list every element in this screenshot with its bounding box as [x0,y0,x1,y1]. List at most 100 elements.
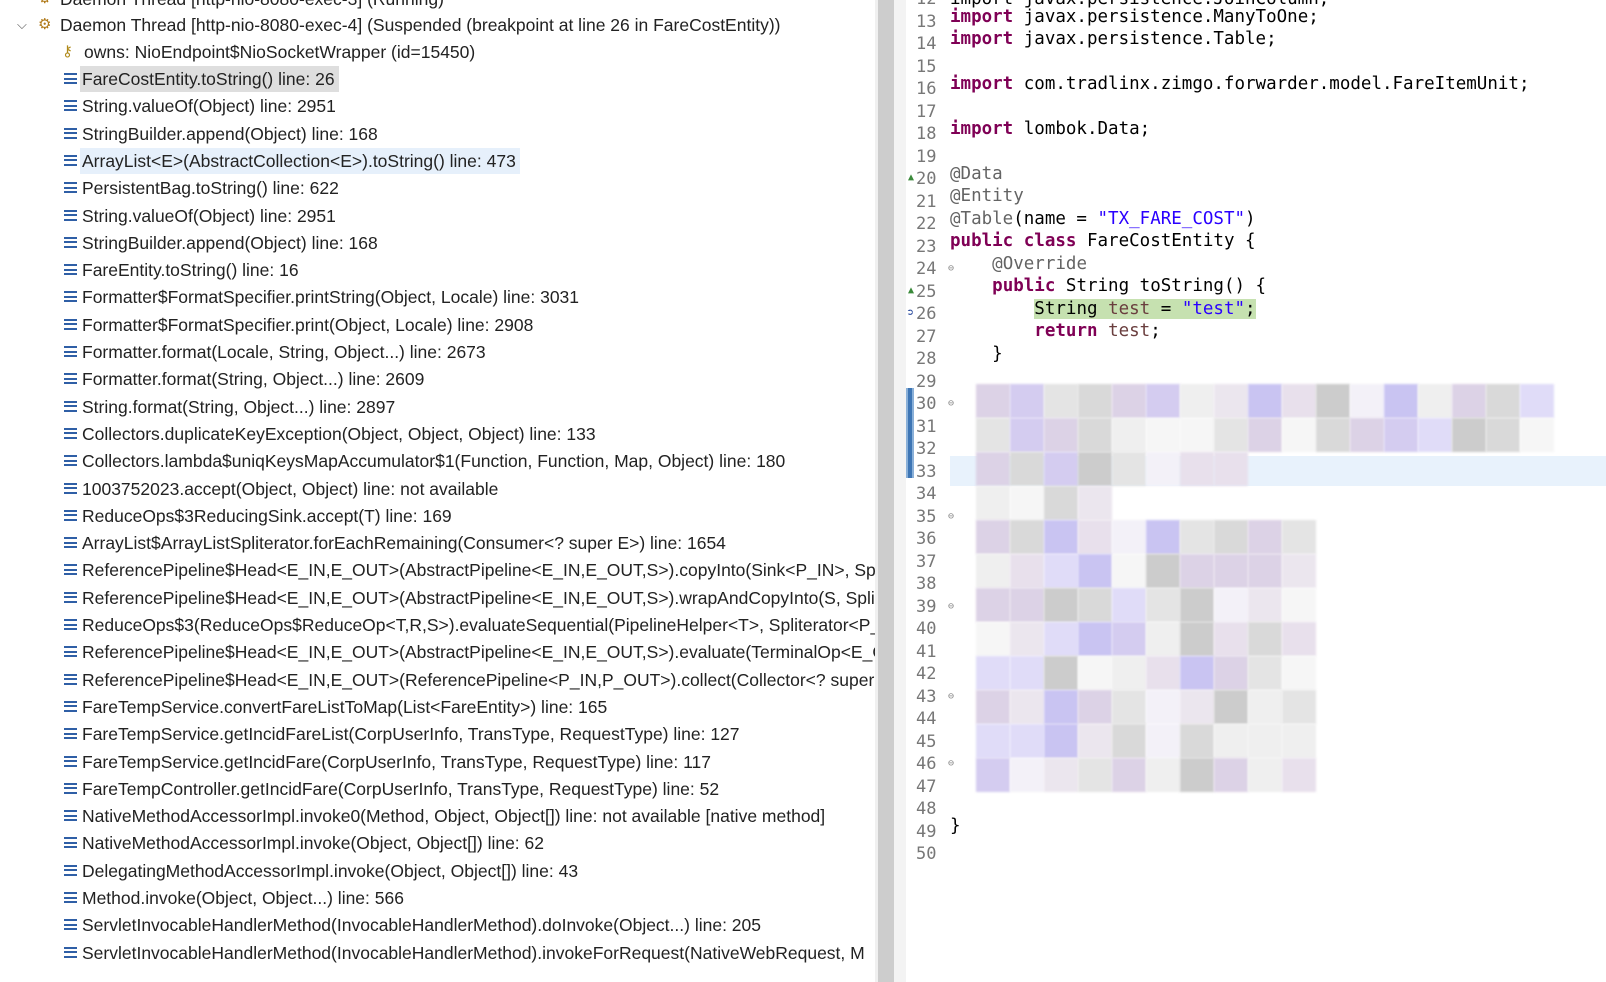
stack-frame-row[interactable]: ServletInvocableHandlerMethod(InvocableH… [0,940,872,966]
code-text: String toString() { [1055,276,1267,296]
stack-frame-row[interactable]: Collectors.duplicateKeyException(Object,… [0,421,872,447]
line-number-text: 25 [916,281,937,302]
monitor-owns-row[interactable]: ⚷ owns: NioEndpoint$NioSocketWrapper (id… [0,39,870,65]
stack-frame-row[interactable]: FareTempService.convertFareListToMap(Lis… [0,694,872,720]
stack-frame-row[interactable]: FareTempService.getIncidFareList(CorpUse… [0,721,872,747]
code-line-49[interactable]: } [950,815,961,837]
code-line-27[interactable]: return test; [950,320,1160,342]
stack-frame-row[interactable]: Collectors.lambda$uniqKeysMapAccumulator… [0,448,872,474]
pixel-block [1384,384,1418,418]
stack-frame-icon [64,564,77,576]
debug-view: ⚙ Daemon Thread [http-nio-8080-exec-3] (… [0,0,894,982]
stack-frame-row[interactable]: 1003752023.accept(Object, Object) line: … [0,476,872,502]
code-line-23[interactable]: public class FareCostEntity { [950,230,1256,252]
stack-frame-row[interactable]: ReferencePipeline$Head<E_IN,E_OUT>(Abstr… [0,585,889,611]
thread-row-running[interactable]: ⚙ Daemon Thread [http-nio-8080-exec-3] (… [0,0,870,12]
annotation-text: @Table [950,209,1014,229]
stack-frame-label: ReferencePipeline$Head<E_IN,E_OUT>(Abstr… [82,642,894,663]
stack-frame-row[interactable]: ServletInvocableHandlerMethod(InvocableH… [0,912,872,938]
pixel-block [1112,690,1146,724]
code-line-24[interactable]: @Override [950,253,1087,275]
java-editor[interactable]: 121314151617181920▲21222324⊖25▲26➲272829… [906,0,1606,982]
line-number: 14 [916,33,948,55]
stack-frame-row[interactable]: FareTempService.getIncidFare(CorpUserInf… [0,749,872,775]
code-line-14[interactable]: import javax.persistence.Table; [950,28,1277,50]
pixel-block [1248,418,1282,452]
pixel-block [1112,520,1146,554]
pixel-block [1078,554,1112,588]
line-number-text: 26 [916,304,937,324]
code-line-20[interactable]: @Data [950,163,1003,185]
line-number: 30 ⊖ [916,393,954,415]
line-number: 44 [916,708,948,730]
code-line-18[interactable]: import lombok.Data; [950,118,1150,140]
code-line-25[interactable]: public String toString() { [950,275,1266,297]
string-literal: "TX_FARE_COST" [1097,209,1246,229]
pixel-block [1214,520,1248,554]
stack-frame-row[interactable]: Formatter.format(String, Object...) line… [0,366,872,392]
code-line-21[interactable]: @Entity [950,185,1024,207]
owns-label: owns: NioEndpoint$NioSocketWrapper (id=1… [84,42,476,62]
stack-frame-row[interactable]: ArrayList<E>(AbstractCollection<E>).toSt… [0,147,872,174]
stack-frame-label: NativeMethodAccessorImpl.invoke0(Method,… [82,806,826,827]
line-number-text: 18 [916,124,937,144]
breakpoint-icon[interactable]: ➲ [907,302,914,324]
stack-frame-row[interactable]: String.format(String, Object...) line: 2… [0,394,872,420]
stack-frame-row[interactable]: String.valueOf(Object) line: 2951 [0,93,872,119]
code-line-22[interactable]: @Table(name = "TX_FARE_COST") [950,208,1256,230]
stack-frame-icon [64,782,77,794]
fold-collapse-icon[interactable]: ⊖ [948,686,954,708]
pixel-block [1078,418,1112,452]
stack-frame-icon [64,427,77,439]
stack-frame-row[interactable]: StringBuilder.append(Object) line: 168 [0,230,872,256]
stack-frame-row[interactable]: DelegatingMethodAccessorImpl.invoke(Obje… [0,858,872,884]
stack-frame-row[interactable]: PersistentBag.toString() line: 622 [0,175,872,201]
stack-frame-row[interactable]: NativeMethodAccessorImpl.invoke(Object, … [0,830,872,856]
line-number: 40 [916,618,948,640]
stack-frame-row[interactable]: Method.invoke(Object, Object...) line: 5… [0,885,872,911]
pixel-block [1044,622,1078,656]
stack-frame-row[interactable]: FareEntity.toString() line: 16 [0,257,872,283]
pixel-block [1146,554,1180,588]
pixel-block [1146,452,1180,486]
stack-frame-row[interactable]: FareCostEntity.toString() line: 26 [0,66,872,92]
stack-frame-row[interactable]: NativeMethodAccessorImpl.invoke0(Method,… [0,803,872,829]
thread-row-suspended[interactable]: ⌵ ⚙ Daemon Thread [http-nio-8080-exec-4]… [0,12,870,38]
stack-frame-row[interactable]: Formatter$FormatSpecifier.print(Object, … [0,312,872,338]
stack-frame-row[interactable]: ArrayList$ArrayListSpliterator.forEachRe… [0,530,872,556]
stack-frame-row[interactable]: FareTempController.getIncidFare(CorpUser… [0,776,872,802]
stack-frame-row[interactable]: Formatter.format(Locale, String, Object.… [0,339,872,365]
stack-frame-row[interactable]: ReferencePipeline$Head<E_IN,E_OUT>(Abstr… [0,557,888,583]
fold-collapse-icon[interactable]: ⊖ [948,506,954,528]
stack-frame-row[interactable]: Formatter$FormatSpecifier.printString(Ob… [0,284,872,310]
stack-frame-icon [64,346,77,357]
pixel-block [1248,656,1282,690]
fold-collapse-icon[interactable]: ⊖ [948,596,954,618]
code-line-16[interactable]: import com.tradlinx.zimgo.forwarder.mode… [950,73,1529,95]
stack-frame-row[interactable]: ReduceOps$3(ReduceOps$ReduceOp<T,R,S>).e… [0,612,880,638]
stack-frame-row[interactable]: ReferencePipeline$Head<E_IN,E_OUT>(Abstr… [0,639,894,665]
code-line-13[interactable]: import javax.persistence.ManyToOne; [950,6,1319,28]
scrollbar-thumb[interactable] [878,0,894,982]
pane-sash[interactable] [894,0,906,982]
stack-frame-icon [64,100,77,112]
fold-collapse-icon[interactable]: ⊖ [948,753,954,775]
code-line-28[interactable]: } [950,343,1003,365]
pixel-block [976,520,1010,554]
code-line-26[interactable]: String test = "test"; [950,298,1256,320]
stack-frame-label: ReferencePipeline$Head<E_IN,E_OUT>(Abstr… [82,587,890,608]
pixel-block [1214,588,1248,622]
stack-frame-icon [64,455,77,467]
stack-frame-icon [64,810,77,822]
stack-frame-icon [64,619,77,630]
pixel-block [1282,622,1316,656]
fold-collapse-icon[interactable]: ⊖ [948,393,954,415]
code-text: } [950,816,961,836]
stack-frame-row[interactable]: String.valueOf(Object) line: 2951 [0,203,872,229]
chevron-down-icon[interactable]: ⌵ [17,12,27,38]
stack-frame-row[interactable]: StringBuilder.append(Object) line: 168 [0,121,872,147]
keyword: class [1023,231,1077,251]
stack-frame-row[interactable]: ReferencePipeline$Head<E_IN,E_OUT>(Refer… [0,667,890,693]
line-number-text: 27 [916,326,937,347]
stack-frame-row[interactable]: ReduceOps$3ReducingSink.accept(T) line: … [0,503,872,529]
